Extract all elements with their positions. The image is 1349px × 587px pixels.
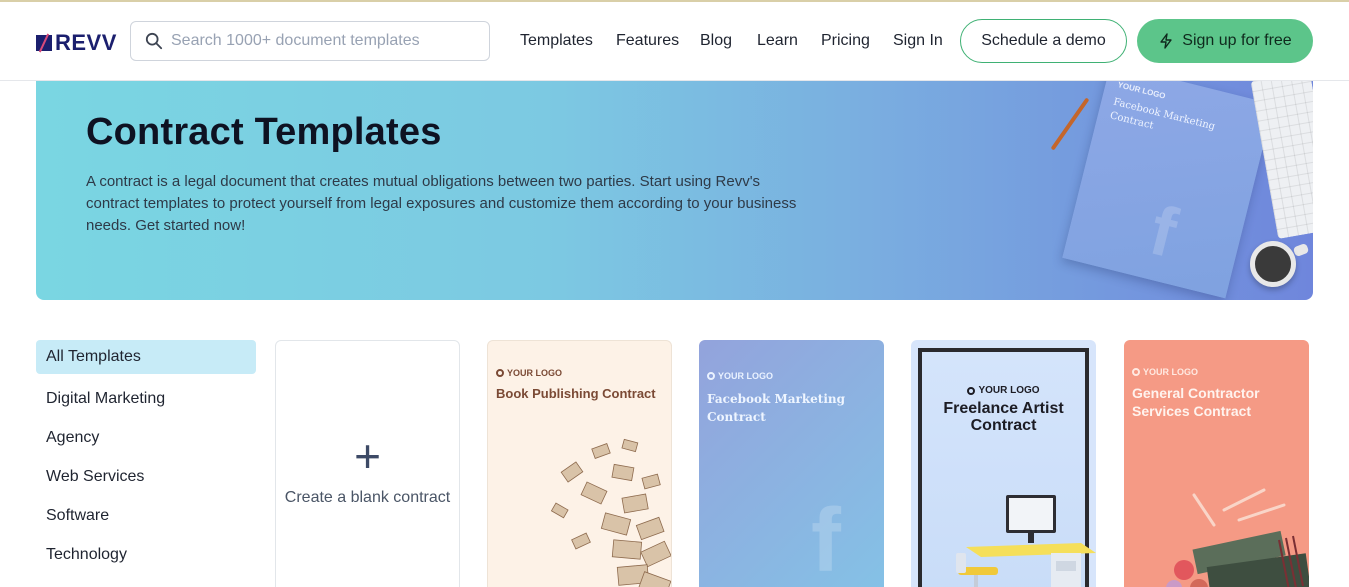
tools-illustration xyxy=(1166,488,1309,587)
card-title: Freelance Artist Contract xyxy=(943,400,1064,434)
hero-banner: Contract Templates A contract is a legal… xyxy=(36,81,1313,300)
keyboard-illustration xyxy=(1250,81,1313,239)
card-logo-text: YOUR LOGO xyxy=(718,371,774,381)
facebook-watermark-icon: f xyxy=(811,491,841,587)
cup-handle-illustration xyxy=(1292,242,1310,258)
template-card-facebook-marketing[interactable]: YOUR LOGO Facebook Marketing Contract f xyxy=(699,340,884,587)
page-title: Contract Templates xyxy=(86,111,442,153)
template-card-book-publishing[interactable]: YOUR LOGO Book Publishing Contract xyxy=(487,340,672,587)
plus-icon: + xyxy=(354,430,381,482)
create-blank-contract-card[interactable]: + Create a blank contract xyxy=(275,340,460,587)
pencil-illustration xyxy=(1050,97,1090,151)
lightning-icon xyxy=(1160,33,1172,49)
sidebar-item-software[interactable]: Software xyxy=(36,496,256,535)
sidebar-item-technology[interactable]: Technology xyxy=(36,535,256,574)
card-logo: YOUR LOGO xyxy=(1132,367,1198,377)
card-logo: YOUR LOGO xyxy=(496,368,562,378)
flying-books-illustration xyxy=(550,438,671,587)
logo-circle-icon xyxy=(496,369,504,377)
signup-button[interactable]: Sign up for free xyxy=(1137,19,1313,63)
signup-label: Sign up for free xyxy=(1182,32,1292,49)
template-card-general-contractor[interactable]: YOUR LOGO General Contractor Services Co… xyxy=(1124,340,1309,587)
facebook-watermark-icon: f xyxy=(1142,190,1185,273)
coffee-cup-illustration xyxy=(1250,241,1296,287)
search-input[interactable] xyxy=(171,32,471,50)
nav-blog[interactable]: Blog xyxy=(700,32,732,50)
card-logo-text: YOUR LOGO xyxy=(1143,367,1199,377)
desk-illustration xyxy=(956,495,1096,587)
template-card-freelance-artist[interactable]: YOUR LOGO Freelance Artist Contract xyxy=(911,340,1096,587)
sidebar-item-digital-marketing[interactable]: Digital Marketing xyxy=(36,379,256,418)
revv-logo-mark-icon xyxy=(36,35,52,51)
card-logo-text: YOUR LOGO xyxy=(978,385,1040,396)
search-icon xyxy=(145,32,163,50)
card-title: General Contractor Services Contract xyxy=(1132,385,1260,419)
nav-learn[interactable]: Learn xyxy=(757,32,798,50)
hero-doc-title: Facebook Marketing Contract xyxy=(1108,96,1217,133)
sidebar-item-label: Software xyxy=(46,506,110,524)
nav-sign-in[interactable]: Sign In xyxy=(893,32,943,50)
sidebar-item-label: Web Services xyxy=(46,467,145,485)
search-box[interactable] xyxy=(130,21,490,61)
sidebar-item-label: All Templates xyxy=(46,348,141,365)
sidebar-item-agency[interactable]: Agency xyxy=(36,418,256,457)
category-sidebar: All Templates Digital Marketing Agency W… xyxy=(36,340,256,574)
sidebar-item-web-services[interactable]: Web Services xyxy=(36,457,256,496)
sidebar-item-label: Digital Marketing xyxy=(46,389,166,407)
schedule-demo-button[interactable]: Schedule a demo xyxy=(960,19,1127,63)
logo-text: REVV xyxy=(55,30,117,55)
nav-pricing[interactable]: Pricing xyxy=(821,32,870,50)
revv-logo[interactable]: REVV xyxy=(36,30,117,56)
card-title: Book Publishing Contract xyxy=(496,386,656,401)
hero-document-illustration: YOUR LOGO Facebook Marketing Contract f xyxy=(1062,81,1274,299)
card-logo-text: YOUR LOGO xyxy=(507,368,563,378)
site-header: REVV Templates Features Blog Learn Prici… xyxy=(0,2,1349,81)
nav-templates[interactable]: Templates xyxy=(520,32,593,50)
logo-circle-icon xyxy=(1132,368,1140,376)
create-blank-label: Create a blank contract xyxy=(284,489,451,506)
nav-features[interactable]: Features xyxy=(616,32,679,50)
schedule-demo-label: Schedule a demo xyxy=(981,32,1106,49)
card-logo: YOUR LOGO xyxy=(707,371,773,381)
sidebar-item-label: Agency xyxy=(46,428,100,446)
card-title: Facebook Marketing Contract xyxy=(707,392,846,424)
logo-circle-icon xyxy=(967,386,976,395)
sidebar-item-label: Technology xyxy=(46,545,127,563)
hero-description: A contract is a legal document that crea… xyxy=(86,173,797,234)
sidebar-item-all-templates[interactable]: All Templates xyxy=(36,340,256,374)
logo-circle-icon xyxy=(707,372,715,380)
card-logo: YOUR LOGO xyxy=(911,385,1096,396)
